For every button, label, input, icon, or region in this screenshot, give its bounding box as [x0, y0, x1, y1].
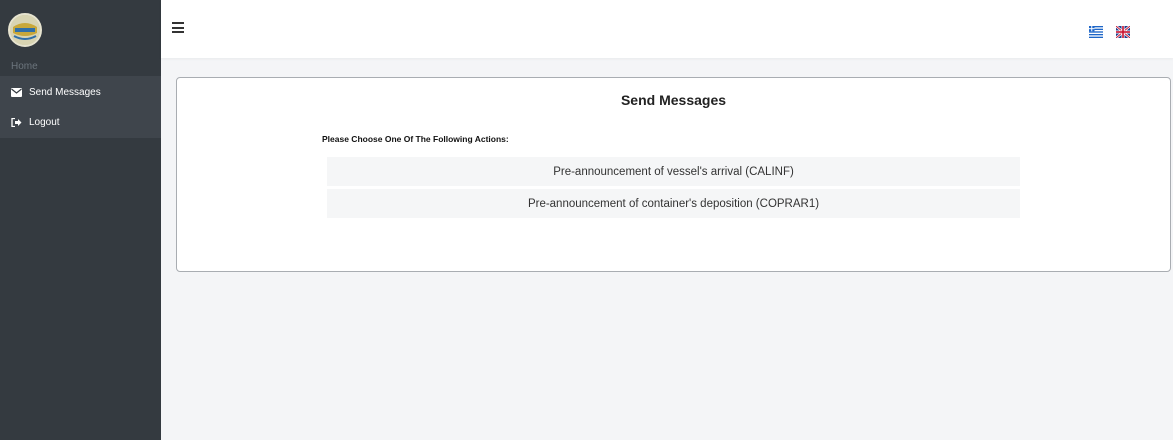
sidebar-item-send-messages[interactable]: Send Messages	[0, 78, 161, 107]
action-label: Pre-announcement of vessel's arrival (CA…	[553, 165, 794, 178]
page-title: Send Messages	[620, 92, 727, 108]
top-navbar	[161, 0, 1173, 58]
sidebar: Home Send Messages Logout	[0, 0, 161, 440]
logo[interactable]	[8, 13, 42, 47]
action-calinf[interactable]: Pre-announcement of vessel's arrival (CA…	[327, 157, 1020, 186]
logout-icon	[11, 118, 22, 127]
actions-prompt: Please Choose One Of The Following Actio…	[322, 134, 509, 144]
hamburger-icon[interactable]	[172, 22, 184, 33]
uk-flag-icon[interactable]	[1116, 26, 1130, 38]
action-coprar1[interactable]: Pre-announcement of container's depositi…	[327, 189, 1020, 218]
action-label: Pre-announcement of container's depositi…	[527, 197, 820, 210]
greek-flag-icon[interactable]	[1089, 26, 1103, 38]
sidebar-home-label[interactable]: Home	[11, 61, 38, 72]
sidebar-item-label: Send Messages	[29, 87, 101, 98]
envelope-icon	[11, 88, 22, 97]
sidebar-item-logout[interactable]: Logout	[0, 108, 161, 137]
sidebar-item-label: Logout	[29, 117, 60, 128]
send-messages-card: Send Messages Please Choose One Of The F…	[176, 77, 1171, 272]
